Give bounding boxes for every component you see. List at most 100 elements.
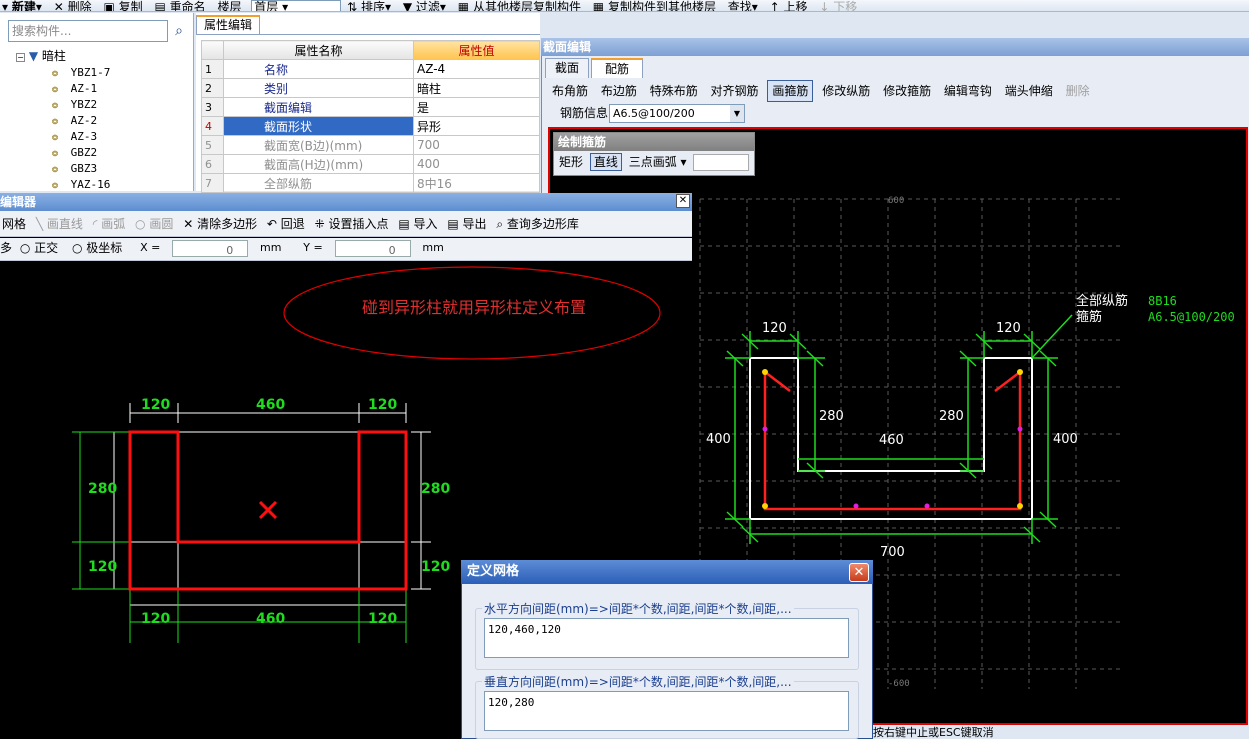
- delete-button[interactable]: ✕ 删除: [52, 1, 98, 11]
- radio-polar[interactable]: ○ 极坐标: [72, 238, 122, 258]
- svg-text:460: 460: [879, 433, 904, 448]
- y-input[interactable]: 0: [334, 240, 411, 257]
- property-value[interactable]: 700: [413, 135, 540, 155]
- delete-button[interactable]: 删除: [1062, 81, 1094, 101]
- property-name: 全部纵筋: [223, 173, 414, 193]
- draw-line-button[interactable]: ╲ 画直线: [34, 211, 87, 232]
- annot-all-rebar: 全部纵筋: [1076, 293, 1128, 309]
- special-rebar-button[interactable]: 特殊布筋: [646, 81, 702, 101]
- end-extend-button[interactable]: 端头伸缩: [1001, 81, 1057, 101]
- draw-stirrup-button[interactable]: 画箍筋: [767, 80, 814, 102]
- rebar-info-select[interactable]: A6.5@100/200 ▼: [609, 104, 745, 123]
- svg-text:460: 460: [256, 397, 285, 413]
- table-row-selected[interactable]: 4 截面形状 异形: [201, 116, 540, 136]
- table-row[interactable]: 5 截面宽(B边)(mm) 700: [201, 135, 540, 155]
- draw-circle-button[interactable]: ○ 画圆: [133, 211, 177, 232]
- row-number: 1: [201, 59, 224, 79]
- undo-button[interactable]: ↶ 回退: [265, 211, 309, 232]
- tree-item[interactable]: ❂ GBZ3: [52, 161, 110, 177]
- tree-root[interactable]: − ▼ 暗柱: [16, 49, 66, 63]
- dialog-close-icon[interactable]: ✕: [849, 563, 869, 582]
- chevron-down-icon[interactable]: ▼: [730, 105, 744, 122]
- export-button[interactable]: ▤ 导出: [445, 211, 490, 232]
- search-icon[interactable]: ⌕: [170, 22, 188, 40]
- row-number: 5: [201, 135, 224, 155]
- property-name: 截面宽(B边)(mm): [223, 135, 414, 155]
- grid-button[interactable]: 网格: [0, 211, 30, 232]
- tree-item[interactable]: ❂ AZ-2: [52, 113, 110, 129]
- row-number: 2: [201, 78, 224, 98]
- search-input[interactable]: 搜索构件...: [8, 20, 168, 42]
- arc-mode-button[interactable]: 三点画弧 ▾: [626, 154, 690, 170]
- property-value[interactable]: 400: [413, 154, 540, 174]
- tab-property-edit[interactable]: 属性编辑: [196, 15, 260, 35]
- svg-text:120: 120: [88, 559, 117, 575]
- move-up-button[interactable]: ↑ 上移: [768, 1, 814, 11]
- tab-section[interactable]: 截面: [545, 58, 589, 78]
- svg-text:120: 120: [996, 321, 1021, 336]
- tree-item[interactable]: ❂ YBZ1-7: [52, 65, 110, 81]
- property-value[interactable]: 8中16: [413, 173, 540, 193]
- horizontal-spacing-input[interactable]: 120,460,120: [484, 618, 849, 658]
- rename-button[interactable]: ▤ 重命名: [152, 1, 211, 11]
- filter-button[interactable]: ▼ 过滤▾: [401, 1, 452, 11]
- set-insert-point-button[interactable]: ⁜ 设置插入点: [313, 211, 393, 232]
- table-row[interactable]: 1 名称 AZ-4: [201, 59, 540, 79]
- line-mode-button[interactable]: 直线: [589, 153, 622, 171]
- tree-item[interactable]: ❂ YAZ-16: [52, 177, 110, 193]
- row-number: 3: [201, 97, 224, 117]
- edit-longitudinal-button[interactable]: 修改纵筋: [818, 81, 874, 101]
- vertical-spacing-input[interactable]: 120,280: [484, 691, 849, 731]
- table-row[interactable]: 6 截面高(H边)(mm) 400: [201, 154, 540, 174]
- column-icon: ❂: [52, 68, 59, 79]
- clear-polygon-button[interactable]: ✕ 清除多边形: [181, 211, 261, 232]
- edit-hook-button[interactable]: 编辑弯钩: [940, 81, 996, 101]
- table-row[interactable]: 2 类别 暗柱: [201, 78, 540, 98]
- tree-list: ❂ YBZ1-7 ❂ AZ-1 ❂ YBZ2 ❂ AZ-2 ❂ AZ-3 ❂ G…: [52, 65, 110, 193]
- polygon-editor-title: 编辑器: [0, 193, 692, 211]
- note-text: 碰到异形柱就用异形柱定义布置: [362, 298, 586, 317]
- property-value[interactable]: 暗柱: [413, 78, 540, 98]
- table-row[interactable]: 3 截面编辑 是: [201, 97, 540, 117]
- align-rebar-button[interactable]: 对齐钢筋: [707, 81, 763, 101]
- y-label: Y =: [303, 241, 323, 254]
- property-value[interactable]: 是: [413, 97, 540, 117]
- annot-all-rebar-value: 8B16: [1148, 294, 1177, 308]
- draw-arc-button[interactable]: ◜ 画弧: [91, 211, 129, 232]
- edge-rebar-button[interactable]: 布边筋: [597, 81, 641, 101]
- property-value[interactable]: AZ-4: [413, 59, 540, 79]
- y-unit: mm: [422, 241, 444, 254]
- mode-select[interactable]: [693, 154, 750, 171]
- floor-select[interactable]: 首层 ▾: [251, 0, 342, 11]
- edit-stirrup-button[interactable]: 修改箍筋: [879, 81, 935, 101]
- copy-to-floor-button[interactable]: ▦ 复制构件到其他楼层: [591, 1, 722, 11]
- svg-text:120: 120: [421, 559, 450, 575]
- sort-button[interactable]: ⇅ 排序▾: [345, 1, 397, 11]
- new-button[interactable]: ▾ 新建▾: [0, 1, 48, 11]
- query-polygon-library-button[interactable]: ⌕ 查询多边形库: [494, 211, 583, 232]
- tree-item[interactable]: ❂ AZ-1: [52, 81, 110, 97]
- copy-from-floor-button[interactable]: ▦ 从其他楼层复制构件: [456, 1, 587, 11]
- collapse-icon[interactable]: −: [16, 53, 25, 62]
- section-editor-title: 截面编辑: [541, 38, 1249, 56]
- table-row[interactable]: 7 全部纵筋 8中16: [201, 173, 540, 193]
- tree-item[interactable]: ❂ YBZ2: [52, 97, 110, 113]
- radio-ortho[interactable]: ○ 正交: [20, 238, 58, 258]
- move-down-button[interactable]: ↓ 下移: [817, 1, 863, 11]
- close-icon[interactable]: ✕: [676, 194, 690, 208]
- svg-text:280: 280: [88, 481, 117, 497]
- x-input[interactable]: 0: [172, 240, 249, 257]
- corner-rebar-button[interactable]: 布角筋: [548, 81, 592, 101]
- rect-mode-button[interactable]: 矩形: [556, 154, 586, 170]
- find-button[interactable]: 查找▾: [726, 1, 764, 11]
- copy-button[interactable]: ▣ 复制: [101, 1, 148, 11]
- insert-point-icon: [258, 500, 278, 520]
- import-button[interactable]: ▤ 导入: [396, 211, 441, 232]
- tree-item[interactable]: ❂ AZ-3: [52, 129, 110, 145]
- polygon-toolbar: 网格 ╲ 画直线 ◜ 画弧 ○ 画圆 ✕ 清除多边形 ↶ 回退 ⁜ 设置插入点 …: [0, 211, 692, 237]
- tab-reinforcement[interactable]: 配筋: [591, 58, 643, 78]
- tree-item[interactable]: ❂ GBZ2: [52, 145, 110, 161]
- property-value[interactable]: 异形: [413, 116, 540, 136]
- svg-text:120: 120: [141, 397, 170, 413]
- svg-text:400: 400: [706, 432, 731, 447]
